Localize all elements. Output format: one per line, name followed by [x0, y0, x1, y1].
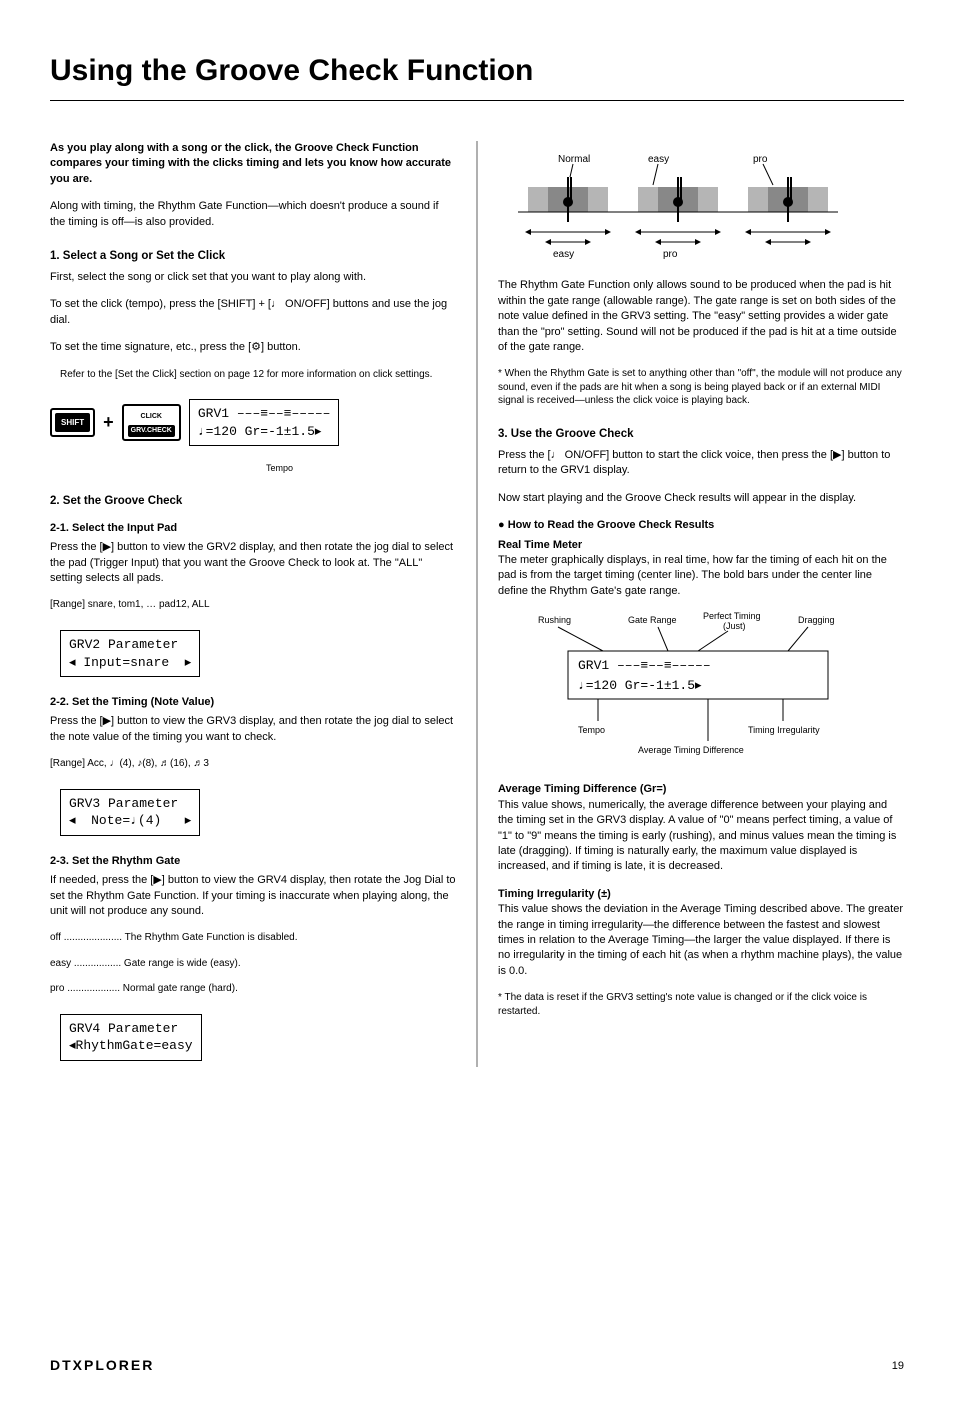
grv1-annotated-diagram: Rushing Gate Range Perfect Timing (Just)… — [498, 611, 904, 776]
title-rule — [50, 100, 904, 101]
step-2-2-title: 2-2. Set the Timing (Note Value) — [50, 695, 456, 710]
irreg-subhead: Timing Irregularity (±) — [498, 888, 611, 900]
step-3-title: 3. Use the Groove Check — [498, 426, 904, 442]
step-1-tip: Refer to the [Set the Click] section on … — [60, 368, 456, 382]
step-3-body2: Now start playing and the Groove Check r… — [498, 491, 904, 506]
avg-body: This value shows, numerically, the avera… — [498, 798, 904, 875]
irreg-body: This value shows the deviation in the Av… — [498, 902, 904, 979]
lcd-grv4-line2: ◂RhythmGate=easy — [69, 1037, 193, 1055]
page-title: Using the Groove Check Function — [50, 50, 904, 92]
lcd-grv4-line1: GRV4 Parameter — [69, 1020, 193, 1038]
label-tempo-2: Tempo — [578, 725, 605, 735]
lcd-grv2-line2: ◂ Input=snare ▸ — [69, 654, 191, 672]
lcd-grv3-line2: ◂ Note=♩(4) ▸ — [69, 812, 191, 830]
meter-body: The meter graphically displays, in real … — [498, 553, 904, 599]
footer-logo: DTXPLORER — [50, 1356, 154, 1376]
step-2-3-body: If needed, press the [▶] button to view … — [50, 873, 456, 919]
label-easy-top: easy — [648, 154, 669, 165]
label-avg-diff: Average Timing Difference — [638, 745, 744, 755]
footer-page: 19 — [892, 1359, 904, 1374]
plus-icon: + — [103, 410, 114, 435]
step-1-body1: First, select the song or click set that… — [50, 270, 456, 285]
step-2-1-body: Press the [▶] button to view the GRV2 di… — [50, 540, 456, 586]
intro-note: Along with timing, the Rhythm Gate Funct… — [50, 199, 456, 230]
step-1-body2: To set the click (tempo), press the [SHI… — [50, 297, 456, 328]
beat-3 — [748, 177, 828, 222]
avg-subhead: Average Timing Difference (Gr=) — [498, 783, 666, 795]
shift-button: SHIFT — [50, 408, 95, 437]
gate-range-diagram: Normal easy pro easy pro — [498, 147, 904, 272]
label-easy: easy — [553, 249, 574, 260]
gate-desc-1: The Rhythm Gate Function only allows sou… — [498, 278, 904, 355]
lcd-grv2: GRV2 Parameter ◂ Input=snare ▸ — [60, 630, 200, 677]
lcd5-line1: GRV1 –––≡––≡––––– — [578, 658, 711, 673]
intro-bold: As you play along with a song or the cli… — [50, 141, 456, 187]
gear-icon: ⚙ — [251, 341, 261, 353]
tempo-label: Tempo — [266, 462, 456, 475]
click-icon-inline: ♩ — [271, 298, 282, 310]
label-perfect: Perfect Timing — [703, 611, 761, 621]
step-2-1-title: 2-1. Select the Input Pad — [50, 521, 456, 536]
lcd-grv3-line1: GRV3 Parameter — [69, 795, 191, 813]
lcd-grv4: GRV4 Parameter ◂RhythmGate=easy — [60, 1014, 202, 1061]
column-separator — [476, 141, 478, 1067]
step-2-2-body: Press the [▶] button to view the GRV3 di… — [50, 714, 456, 745]
label-irreg: Timing Irregularity — [748, 725, 820, 735]
beat-2 — [638, 177, 718, 222]
label-just: (Just) — [723, 621, 746, 631]
lcd5-line2: ♩=120 Gr=-1±1.5▸ — [578, 678, 702, 693]
left-column: As you play along with a song or the cli… — [50, 141, 456, 1067]
click-icon-inline-2: ♩ — [551, 449, 562, 461]
lcd-grv1: GRV1 –––≡––≡––––– ♩=120 Gr=-1±1.5▸ — [189, 399, 340, 446]
beat-1 — [528, 177, 608, 222]
label-gate-range: Gate Range — [628, 615, 677, 625]
gate-easy-line: easy ................. Gate range is wid… — [50, 957, 456, 971]
step-2-2-range: [Range] Acc, ♩(4), ♪(8), ♬(16), ♬3 — [50, 757, 456, 771]
label-normal: Normal — [558, 154, 590, 165]
step-2-title: 2. Set the Groove Check — [50, 493, 456, 509]
click-grvcheck-button: CLICK GRV.CHECK — [122, 404, 181, 441]
footer: DTXPLORER 19 — [0, 1356, 954, 1376]
step-1-title: 1. Select a Song or Set the Click — [50, 248, 456, 264]
label-pro: pro — [663, 249, 678, 260]
right-column: Normal easy pro easy pro — [498, 141, 904, 1067]
lcd-grv3: GRV3 Parameter ◂ Note=♩(4) ▸ — [60, 789, 200, 836]
irreg-body2: * The data is reset if the GRV3 setting'… — [498, 991, 904, 1018]
button-combo: SHIFT + CLICK GRV.CHECK GRV1 –––≡––≡––––… — [50, 393, 456, 452]
label-pro-top: pro — [753, 154, 768, 165]
lcd-grv2-line1: GRV2 Parameter — [69, 636, 191, 654]
step-3-body1: Press the [♩ ON/OFF] button to start the… — [498, 448, 904, 479]
lcd-grv1-line2: ♩=120 Gr=-1±1.5▸ — [198, 423, 331, 441]
label-dragging: Dragging — [798, 615, 835, 625]
gate-pro-line: pro ................... Normal gate rang… — [50, 982, 456, 996]
step-1-bodyextra: To set the time signature, etc., press t… — [50, 340, 456, 355]
meter-subhead: Real Time Meter — [498, 539, 582, 551]
gate-desc-2: * When the Rhythm Gate is set to anythin… — [498, 367, 904, 408]
results-heading: ● How to Read the Groove Check Results — [498, 518, 904, 533]
lcd-grv1-line1: GRV1 –––≡––≡––––– — [198, 405, 331, 423]
step-2-3-title: 2-3. Set the Rhythm Gate — [50, 854, 456, 869]
label-rushing: Rushing — [538, 615, 571, 625]
gate-off-line: off ..................... The Rhythm Gat… — [50, 931, 456, 945]
step-2-1-range: [Range] snare, tom1, … pad12, ALL — [50, 598, 456, 612]
content-columns: As you play along with a song or the cli… — [50, 141, 904, 1067]
